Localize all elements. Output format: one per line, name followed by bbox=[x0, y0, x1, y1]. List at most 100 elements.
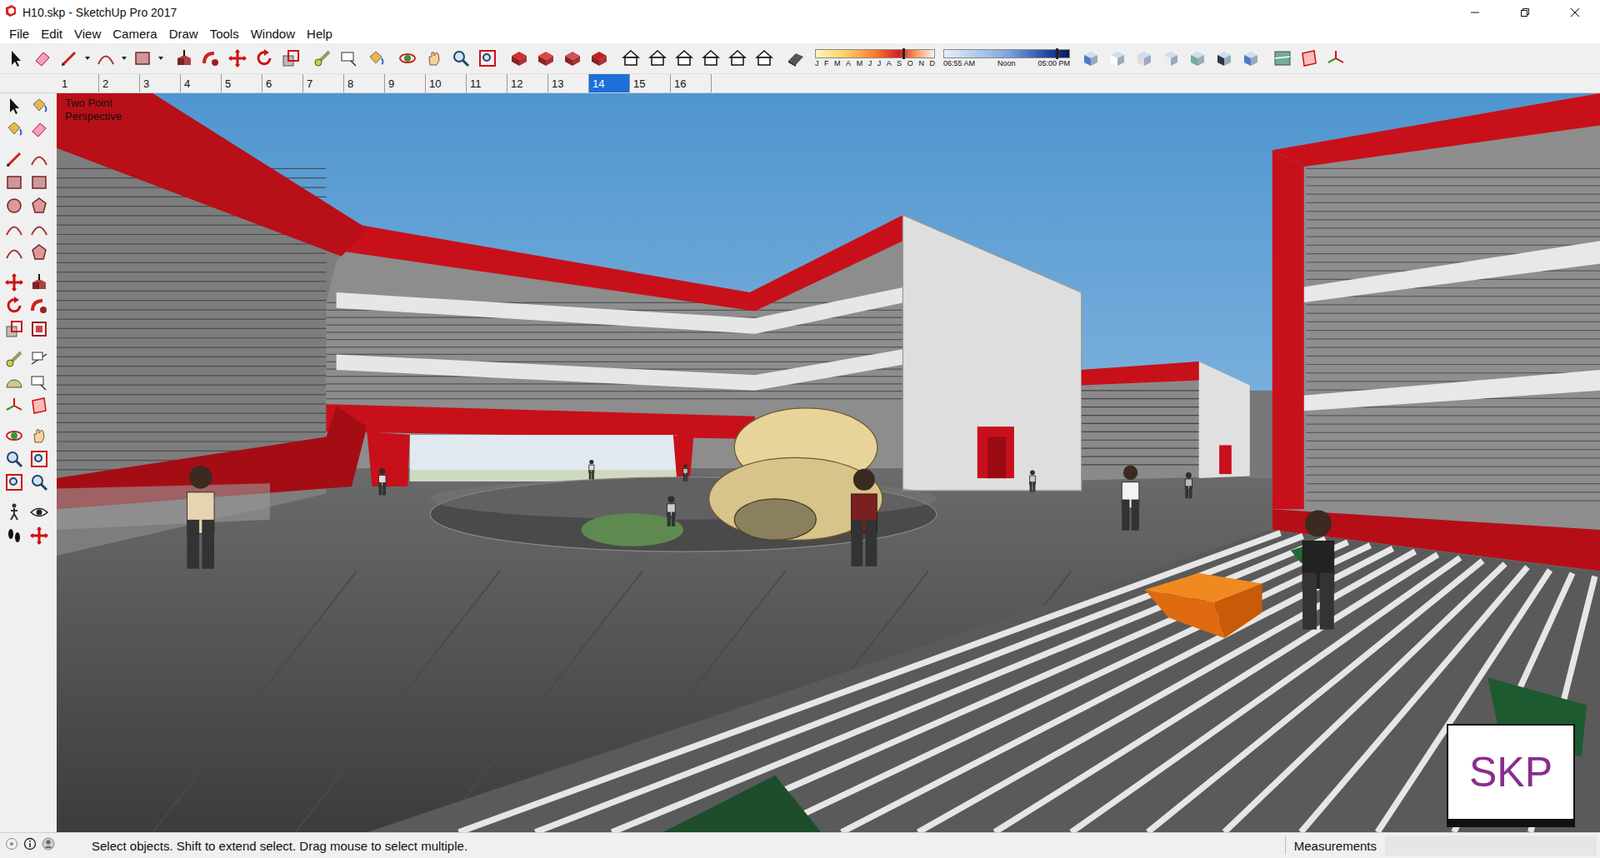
scene-tab[interactable]: 7 bbox=[303, 74, 345, 93]
scene-tab[interactable]: 2 bbox=[99, 74, 140, 93]
axes-icon[interactable] bbox=[1325, 47, 1347, 70]
text-tool-icon[interactable] bbox=[28, 371, 50, 394]
date-slider-track[interactable] bbox=[815, 49, 935, 59]
paint-bucket-icon[interactable] bbox=[28, 95, 50, 117]
push-pull-icon[interactable] bbox=[173, 47, 195, 70]
scene-tab[interactable]: 16 bbox=[670, 74, 712, 93]
rotate-icon[interactable] bbox=[253, 47, 275, 70]
zoom-extents-icon[interactable] bbox=[28, 448, 50, 470]
house-view-icon[interactable] bbox=[673, 47, 695, 70]
cube-style-icon[interactable] bbox=[1160, 47, 1182, 70]
warehouse-icon[interactable] bbox=[535, 47, 557, 70]
scene-tab[interactable]: 3 bbox=[140, 74, 181, 93]
zoom-extents-icon[interactable] bbox=[3, 471, 25, 494]
arc-icon[interactable] bbox=[28, 218, 50, 240]
menu-item[interactable]: Tools bbox=[204, 25, 245, 43]
zoom-icon[interactable] bbox=[450, 47, 472, 70]
menu-item[interactable]: View bbox=[68, 25, 107, 43]
house-view-icon[interactable] bbox=[700, 47, 722, 70]
paint-bucket-icon[interactable] bbox=[365, 47, 387, 70]
map-icon[interactable] bbox=[1271, 47, 1294, 70]
move-icon[interactable] bbox=[28, 525, 50, 547]
tape-measure-icon[interactable] bbox=[311, 47, 334, 70]
circle-icon[interactable] bbox=[3, 195, 25, 217]
model-viewport[interactable]: Two Point PerspectiveSKP bbox=[56, 93, 1600, 833]
cube-style-icon[interactable] bbox=[1240, 47, 1262, 70]
dropdown-arrow-icon[interactable] bbox=[85, 54, 90, 63]
look-around-icon[interactable] bbox=[28, 501, 50, 524]
polygon-icon[interactable] bbox=[28, 195, 50, 217]
cube-style-icon[interactable] bbox=[1106, 47, 1129, 70]
scale-icon[interactable] bbox=[3, 318, 25, 340]
warehouse-icon[interactable] bbox=[588, 47, 610, 70]
cube-style-icon[interactable] bbox=[1133, 47, 1155, 70]
house-view-icon[interactable] bbox=[753, 47, 775, 70]
pan-hand-icon[interactable] bbox=[28, 425, 50, 447]
paint-bucket-icon[interactable] bbox=[3, 118, 25, 140]
axes-icon[interactable] bbox=[3, 395, 25, 417]
time-slider-thumb[interactable] bbox=[1055, 48, 1059, 60]
measurements-field[interactable] bbox=[1385, 835, 1597, 856]
restore-icon[interactable] bbox=[1500, 0, 1550, 25]
cube-style-icon[interactable] bbox=[1186, 47, 1209, 70]
house-view-icon[interactable] bbox=[620, 47, 642, 70]
scene-tab[interactable]: 1 bbox=[58, 74, 100, 93]
date-slider[interactable]: JFMAMJJASOND bbox=[815, 49, 935, 68]
pencil-icon[interactable] bbox=[58, 47, 80, 70]
orbit-icon[interactable] bbox=[3, 425, 25, 447]
rectangle-icon[interactable] bbox=[131, 47, 154, 70]
scale-icon[interactable] bbox=[280, 47, 302, 70]
eraser-icon[interactable] bbox=[31, 47, 54, 70]
scene-tab[interactable]: 8 bbox=[344, 74, 385, 93]
protractor-icon[interactable] bbox=[3, 371, 25, 394]
scene-tab[interactable]: 5 bbox=[221, 74, 263, 93]
house-view-icon[interactable] bbox=[726, 47, 749, 70]
offset-icon[interactable] bbox=[28, 318, 50, 340]
arc-icon[interactable] bbox=[3, 218, 25, 240]
warehouse-icon[interactable] bbox=[508, 47, 530, 70]
walk-icon[interactable] bbox=[3, 501, 25, 524]
time-slider[interactable]: 06:55 AMNoon05:00 PM bbox=[943, 49, 1070, 68]
arc-icon[interactable] bbox=[3, 241, 25, 264]
house-view-icon[interactable] bbox=[646, 47, 669, 70]
scene-tab[interactable]: 4 bbox=[180, 74, 222, 93]
menu-item[interactable]: Draw bbox=[163, 25, 205, 43]
rectangle-icon[interactable] bbox=[28, 171, 50, 194]
scene-tab[interactable]: 6 bbox=[262, 74, 304, 93]
orbit-icon[interactable] bbox=[396, 47, 419, 70]
time-slider-track[interactable] bbox=[943, 49, 1070, 59]
zoom-icon[interactable] bbox=[3, 448, 25, 470]
shadow-icon[interactable] bbox=[785, 47, 807, 70]
pencil-icon[interactable] bbox=[3, 148, 25, 170]
scene-tab[interactable]: 10 bbox=[425, 74, 467, 93]
account-icon[interactable] bbox=[41, 837, 55, 855]
close-icon[interactable] bbox=[1550, 0, 1600, 25]
dimension-icon[interactable] bbox=[28, 348, 50, 370]
cube-style-icon[interactable] bbox=[1080, 47, 1102, 70]
eraser-icon[interactable] bbox=[28, 118, 50, 140]
date-slider-thumb[interactable] bbox=[902, 48, 905, 60]
minimize-icon[interactable] bbox=[1450, 0, 1500, 25]
section-plane-icon[interactable] bbox=[1298, 47, 1320, 70]
dropdown-arrow-icon[interactable] bbox=[158, 54, 164, 63]
menu-item[interactable]: Camera bbox=[106, 25, 163, 43]
geo-location-icon[interactable] bbox=[5, 837, 19, 855]
rectangle-icon[interactable] bbox=[3, 171, 25, 194]
scene-tab[interactable]: 9 bbox=[385, 74, 426, 93]
scene-tab[interactable]: 13 bbox=[548, 74, 590, 93]
polygon-icon[interactable] bbox=[28, 241, 50, 264]
dropdown-arrow-icon[interactable] bbox=[121, 54, 127, 63]
cube-style-icon[interactable] bbox=[1213, 47, 1235, 70]
text-tool-icon[interactable] bbox=[338, 47, 360, 70]
move-icon[interactable] bbox=[226, 47, 249, 70]
info-icon[interactable] bbox=[23, 837, 37, 855]
menu-item[interactable]: Help bbox=[300, 25, 339, 43]
move-icon[interactable] bbox=[3, 271, 25, 294]
scene-tab[interactable]: 15 bbox=[630, 74, 671, 93]
rotate-icon[interactable] bbox=[3, 295, 25, 317]
menu-item[interactable]: Edit bbox=[35, 25, 69, 43]
zoom-icon[interactable] bbox=[28, 471, 50, 494]
footprints-icon[interactable] bbox=[3, 525, 25, 547]
zoom-extents-icon[interactable] bbox=[476, 47, 499, 70]
scene-tab[interactable]: 12 bbox=[507, 74, 549, 93]
